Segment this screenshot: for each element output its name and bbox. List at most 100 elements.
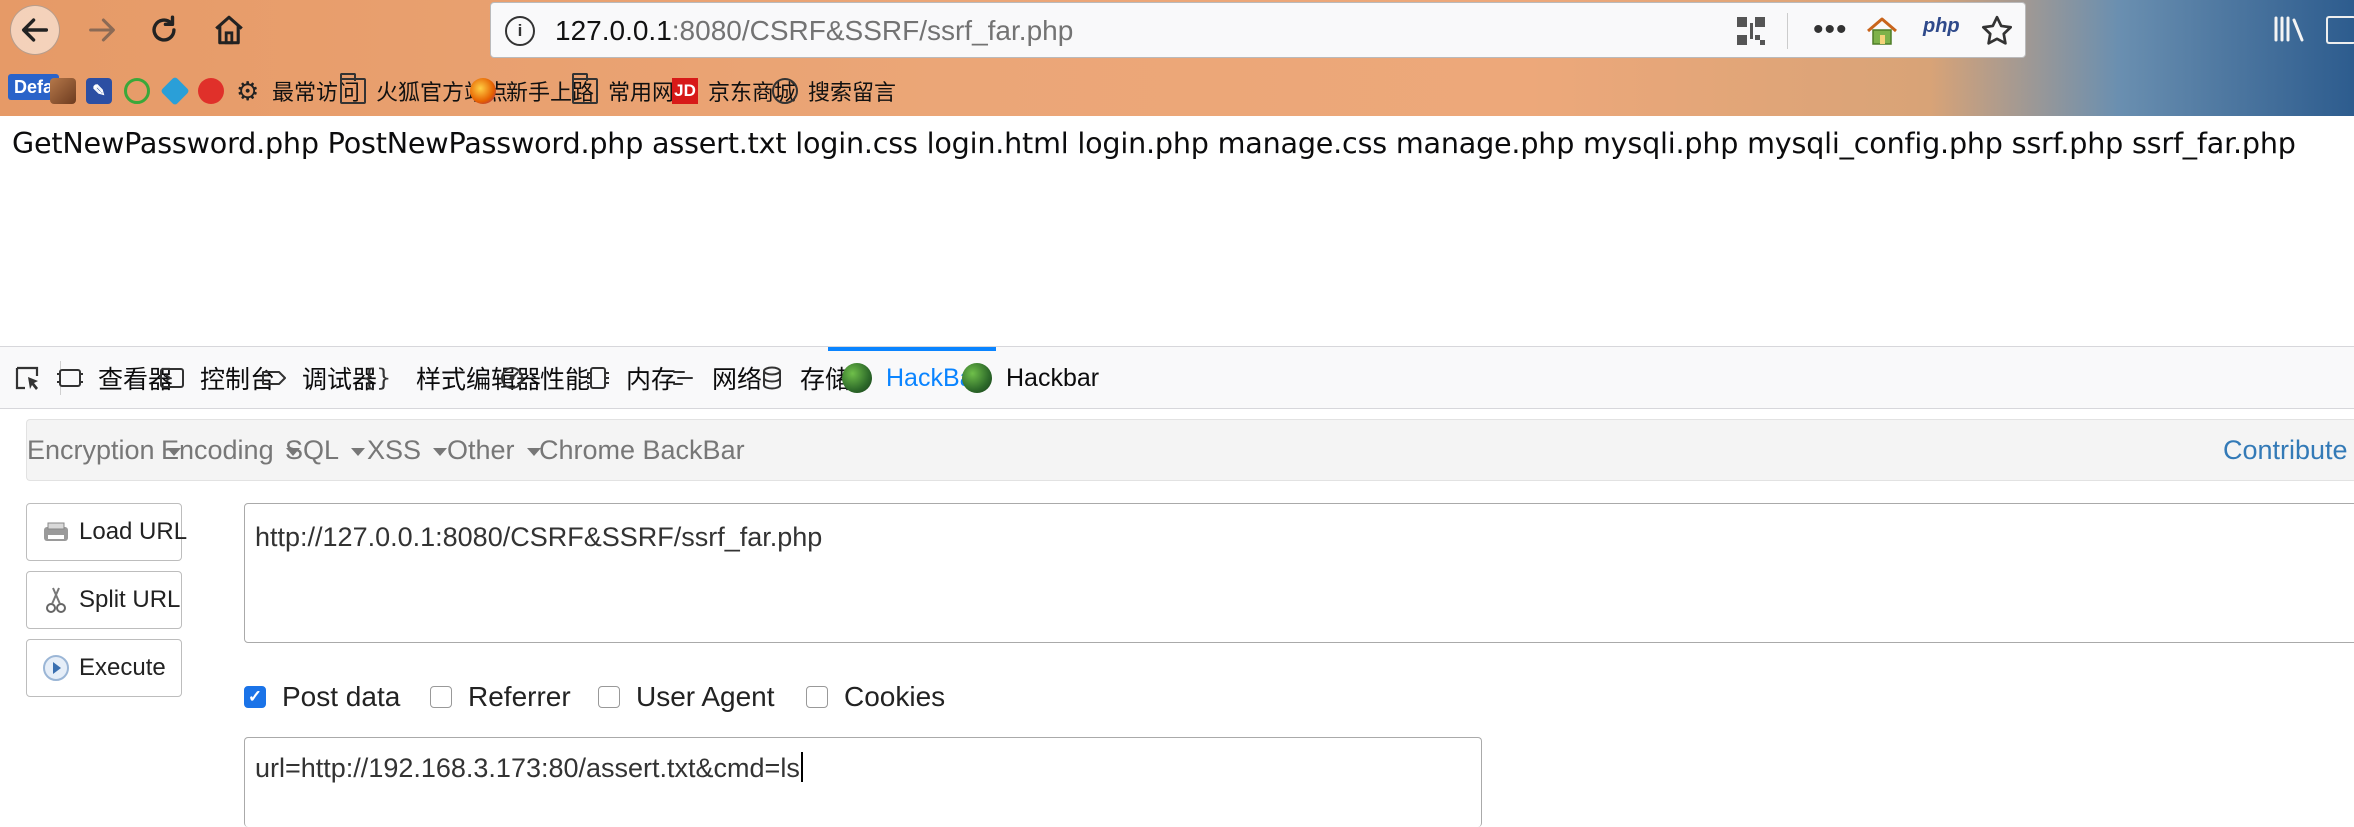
toolbar-right-area — [2262, 10, 2354, 50]
hackbar-logo-icon — [962, 363, 992, 393]
performance-icon — [501, 367, 523, 389]
diamond-icon — [160, 76, 190, 106]
tab-network[interactable]: 网络 — [670, 347, 762, 409]
post-data-text: url=http://192.168.3.173:80/assert.txt&c… — [255, 753, 800, 783]
load-url-icon — [44, 522, 68, 541]
bookmark-favicon — [50, 78, 76, 104]
storage-icon — [763, 366, 781, 390]
load-url-button[interactable]: Load URL — [26, 503, 187, 561]
tab-label: 内存 — [626, 366, 677, 394]
tab-label: 网络 — [712, 366, 763, 394]
user-agent-option[interactable]: User Agent — [598, 677, 775, 717]
bookmarks-toolbar: Defa ✎ ⚙ 最常访问 火狐官方站点 新手上路 常用网址 JD 京东商城 搜索留… — [0, 66, 2354, 116]
button-label: Split URL — [79, 586, 181, 613]
user-agent-checkbox[interactable] — [598, 686, 620, 708]
option-label: Cookies — [844, 681, 946, 712]
bookmark-star-icon[interactable] — [1979, 13, 2015, 49]
option-label: User Agent — [636, 681, 775, 712]
menu-label: Other — [447, 434, 515, 465]
tab-debugger[interactable]: 调试器 — [260, 347, 377, 409]
qr-code-icon[interactable] — [1737, 17, 1765, 45]
sidebar-toggle-icon[interactable] — [2326, 16, 2354, 44]
menu-label: SQL — [285, 434, 340, 465]
tab-memory[interactable]: 内存 — [584, 347, 676, 409]
tab-performance[interactable]: 性能 — [498, 347, 590, 409]
inspector-icon — [57, 369, 83, 387]
menu-encryption[interactable]: Encryption — [27, 420, 181, 480]
navigation-row: i 127.0.0.1:8080/CSRF&SSRF/ssrf_far.php … — [0, 0, 2354, 60]
post-data-checkbox[interactable]: ✓ — [244, 686, 266, 708]
play-icon — [43, 655, 69, 681]
tab-hackbar-active[interactable]: HackBar — [828, 347, 996, 409]
devtools-tab-bar: 查看器 控制台 调试器 {} 样式编辑器 性能 内存 网络 存储 HackBar… — [0, 347, 2354, 409]
caret-down-icon — [351, 447, 366, 456]
reload-icon — [152, 15, 176, 42]
text-cursor — [800, 752, 803, 782]
home-button[interactable] — [205, 6, 253, 54]
bookmark-icon-3[interactable] — [124, 76, 160, 106]
url-host: 127.0.0.1 — [555, 15, 672, 46]
url-path: :8080/CSRF&SSRF/ssrf_far.php — [671, 15, 1074, 46]
site-info-icon[interactable]: i — [505, 16, 535, 46]
menu-chrome-backbar[interactable]: Chrome BackBar — [539, 420, 745, 480]
back-button[interactable] — [10, 5, 60, 55]
reload-button[interactable] — [140, 6, 188, 54]
option-label: Referrer — [468, 681, 571, 712]
home-extension-icon[interactable] — [1865, 15, 1899, 47]
bookmark-search-message[interactable]: 搜索留言 — [772, 76, 896, 106]
cookies-checkbox[interactable] — [806, 686, 828, 708]
tab-console[interactable]: 控制台 — [158, 347, 275, 409]
forward-button[interactable] — [78, 6, 126, 54]
referrer-checkbox[interactable] — [430, 686, 452, 708]
tab-label: Hackbar — [1006, 363, 1100, 392]
browser-toolbar: i 127.0.0.1:8080/CSRF&SSRF/ssrf_far.php … — [0, 0, 2354, 116]
menu-label: XSS — [367, 434, 422, 465]
directory-listing: GetNewPassword.php PostNewPassword.php a… — [12, 126, 2296, 160]
back-arrow-icon — [21, 18, 49, 42]
memory-icon — [587, 367, 609, 389]
jd-icon: JD — [672, 78, 698, 104]
folder-icon — [572, 73, 598, 104]
menu-sql[interactable]: SQL — [285, 420, 366, 480]
element-picker-icon[interactable] — [14, 365, 44, 393]
bookmark-icon-4[interactable] — [160, 76, 198, 106]
cookies-option[interactable]: Cookies — [806, 677, 945, 717]
url-textarea[interactable]: http://127.0.0.1:8080/CSRF&SSRF/ssrf_far… — [244, 503, 2354, 643]
library-icon[interactable] — [2272, 14, 2306, 44]
post-data-textarea[interactable]: url=http://192.168.3.173:80/assert.txt&c… — [244, 737, 1482, 827]
menu-encoding[interactable]: Encoding — [161, 420, 300, 480]
green-circle-icon — [124, 78, 150, 104]
menu-label: Encryption — [27, 434, 155, 465]
scissors-icon — [46, 587, 66, 613]
referrer-option[interactable]: Referrer — [430, 677, 571, 717]
post-data-value: url=http://192.168.3.173:80/assert.txt&c… — [255, 752, 803, 784]
menu-other[interactable]: Other — [447, 420, 541, 480]
braces-icon: {} — [362, 364, 391, 392]
split-url-button[interactable]: Split URL — [26, 571, 182, 629]
menu-xss[interactable]: XSS — [367, 420, 448, 480]
url-text[interactable]: 127.0.0.1:8080/CSRF&SSRF/ssrf_far.php — [555, 15, 1073, 47]
bookmark-icon-5[interactable] — [198, 76, 234, 106]
tab-inspector[interactable]: 查看器 — [56, 347, 173, 409]
menu-label: Contribute — [2223, 434, 2348, 465]
tab-storage[interactable]: 存储 — [758, 347, 850, 409]
php-extension-icon[interactable]: php — [1923, 15, 1960, 38]
debugger-icon — [262, 371, 286, 385]
devtools-panel: 查看器 控制台 调试器 {} 样式编辑器 性能 内存 网络 存储 HackBar… — [0, 346, 2354, 827]
url-bar-divider — [1787, 13, 1788, 49]
bookmark-icon-1[interactable] — [50, 76, 86, 106]
url-bar[interactable]: i 127.0.0.1:8080/CSRF&SSRF/ssrf_far.php … — [490, 2, 2026, 58]
hackbar-menu: Encryption Encoding SQL XSS Other Chrome… — [26, 419, 2354, 481]
execute-button[interactable]: Execute — [26, 639, 182, 697]
menu-label: Chrome BackBar — [539, 434, 745, 465]
bookmark-icon-2[interactable]: ✎ — [86, 76, 122, 106]
tab-label: 性能 — [540, 366, 591, 394]
post-data-option[interactable]: ✓ Post data — [244, 677, 400, 717]
menu-contribute[interactable]: Contribute — [2223, 420, 2348, 480]
menu-label: Encoding — [161, 434, 274, 465]
tab-hackbar-legacy[interactable]: Hackbar — [962, 347, 1099, 409]
bookmark-label: 搜索留言 — [808, 80, 897, 105]
gear-icon: ⚙ — [236, 76, 260, 106]
page-actions-more-icon[interactable]: ••• — [1813, 13, 1848, 47]
notes-icon: ✎ — [86, 78, 112, 104]
